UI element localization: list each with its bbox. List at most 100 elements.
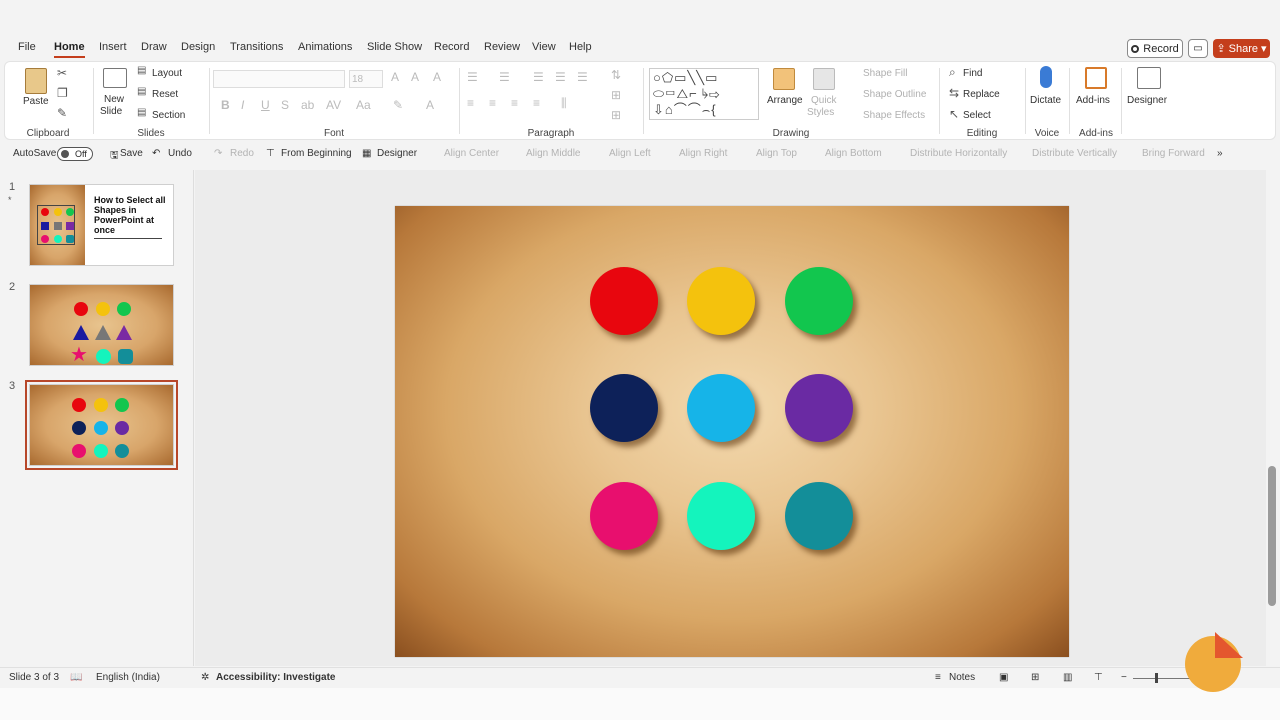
layout-button[interactable]: Layout	[152, 68, 182, 79]
increase-indent-icon[interactable]: ☰	[555, 70, 566, 84]
align-bottom-button[interactable]: Align Bottom	[825, 148, 882, 159]
tab-view[interactable]: View	[532, 41, 556, 53]
tab-file[interactable]: File	[18, 41, 36, 53]
italic-icon[interactable]: I	[241, 98, 244, 112]
slide-thumbnail-3[interactable]	[25, 380, 178, 470]
dictate-button[interactable]: Dictate	[1030, 95, 1061, 106]
tab-review[interactable]: Review	[484, 41, 520, 53]
select-button[interactable]: Select	[963, 110, 991, 121]
decrease-font-icon[interactable]: A	[411, 70, 419, 84]
more-icon[interactable]: »	[1217, 148, 1223, 159]
font-size-input[interactable]: 18	[349, 70, 383, 88]
zoom-out-icon[interactable]: −	[1121, 672, 1127, 683]
tab-draw[interactable]: Draw	[141, 41, 167, 53]
comments-button[interactable]: ▭	[1188, 39, 1208, 58]
bold-icon[interactable]: B	[221, 98, 230, 112]
addins-icon[interactable]	[1085, 67, 1107, 89]
navy-circle[interactable]	[590, 374, 658, 442]
tab-home[interactable]: Home	[54, 41, 85, 58]
purple-circle[interactable]	[785, 374, 853, 442]
shapes-gallery[interactable]: ○⬠▭╲╲▭ ⬭▭△⌐↳⇨ ⇩⌂⌒⌒⌢{	[649, 68, 759, 120]
numbering-icon[interactable]: ☰	[499, 70, 510, 84]
tab-help[interactable]: Help	[569, 41, 592, 53]
red-circle[interactable]	[590, 267, 658, 335]
teal-circle[interactable]	[785, 482, 853, 550]
align-right-icon[interactable]: ≡	[511, 96, 518, 110]
addins-button[interactable]: Add-ins	[1076, 95, 1110, 106]
format-painter-icon[interactable]: ✎	[57, 106, 67, 120]
align-center-icon[interactable]: ≡	[489, 96, 496, 110]
align-text-icon[interactable]: ⊞	[611, 88, 621, 102]
justify-icon[interactable]: ≡	[533, 96, 540, 110]
clear-format-icon[interactable]: A	[433, 70, 441, 84]
designer-button[interactable]: Designer	[1127, 95, 1167, 106]
microphone-icon[interactable]	[1040, 66, 1052, 88]
reset-button[interactable]: Reset	[152, 89, 178, 100]
shape-fill-button[interactable]: Shape Fill	[863, 68, 907, 79]
shadow-icon[interactable]: S	[281, 98, 289, 112]
columns-icon[interactable]: ⫼	[561, 96, 567, 111]
zoom-slider[interactable]	[1133, 678, 1193, 679]
increase-font-icon[interactable]: A	[391, 70, 399, 84]
spellcheck-icon[interactable]: 📖	[70, 672, 82, 683]
tab-record[interactable]: Record	[434, 41, 469, 53]
cut-icon[interactable]: ✂	[57, 66, 67, 80]
vertical-scrollbar[interactable]	[1266, 170, 1278, 666]
accessibility-status[interactable]: Accessibility: Investigate	[216, 672, 336, 683]
language-indicator[interactable]: English (India)	[96, 672, 160, 683]
sky-blue-circle[interactable]	[687, 374, 755, 442]
save-button[interactable]: Save	[120, 148, 143, 159]
designer-icon[interactable]	[1137, 67, 1161, 89]
align-middle-button[interactable]: Align Middle	[526, 148, 580, 159]
section-button[interactable]: Section	[152, 110, 185, 121]
distribute-vertically-button[interactable]: Distribute Vertically	[1032, 148, 1117, 159]
tab-slide-show[interactable]: Slide Show	[367, 41, 422, 53]
tab-transitions[interactable]: Transitions	[230, 41, 283, 53]
new-slide-icon[interactable]	[103, 68, 127, 88]
tab-insert[interactable]: Insert	[99, 41, 127, 53]
redo-button[interactable]: Redo	[230, 148, 254, 159]
bullets-icon[interactable]: ☰	[467, 70, 478, 84]
zoom-slider-handle[interactable]	[1155, 673, 1158, 683]
align-left-icon[interactable]: ≡	[467, 96, 474, 110]
underline-icon[interactable]: U	[261, 98, 270, 112]
font-color-icon[interactable]: A	[426, 98, 434, 112]
tab-animations[interactable]: Animations	[298, 41, 352, 53]
slide-3[interactable]	[395, 206, 1069, 657]
pink-circle[interactable]	[590, 482, 658, 550]
aqua-circle[interactable]	[687, 482, 755, 550]
designer-qat-button[interactable]: Designer	[377, 148, 417, 159]
shape-outline-button[interactable]: Shape Outline	[863, 89, 926, 100]
new-slide-button[interactable]: New	[104, 94, 124, 105]
quick-styles-button[interactable]: Quick	[811, 95, 837, 106]
normal-view-icon[interactable]: ▣	[999, 672, 1008, 683]
align-right-button[interactable]: Align Right	[679, 148, 727, 159]
change-case-icon[interactable]: Aa	[356, 98, 371, 112]
decrease-indent-icon[interactable]: ☰	[533, 70, 544, 84]
slide-sorter-icon[interactable]: ⊞	[1031, 672, 1039, 683]
smartart-icon[interactable]: ⊞	[611, 108, 621, 122]
font-name-input[interactable]	[213, 70, 345, 88]
arrange-icon[interactable]	[773, 68, 795, 90]
from-beginning-button[interactable]: From Beginning	[281, 148, 352, 159]
distribute-horizontally-button[interactable]: Distribute Horizontally	[910, 148, 1007, 159]
yellow-circle[interactable]	[687, 267, 755, 335]
strikethrough-icon[interactable]: ab	[301, 98, 314, 112]
align-top-button[interactable]: Align Top	[756, 148, 797, 159]
find-button[interactable]: Find	[963, 68, 982, 79]
text-direction-icon[interactable]: ⇅	[611, 68, 621, 82]
paste-icon[interactable]	[25, 68, 47, 94]
record-button[interactable]: Record	[1127, 39, 1183, 58]
notes-button[interactable]: Notes	[949, 672, 975, 683]
arrange-button[interactable]: Arrange	[767, 95, 803, 106]
share-button[interactable]: ⇪ Share ▾	[1213, 39, 1270, 58]
undo-button[interactable]: Undo	[168, 148, 192, 159]
replace-button[interactable]: Replace	[963, 89, 1000, 100]
slide-thumbnail-2[interactable]: ★	[29, 284, 174, 366]
copy-icon[interactable]: ❐	[57, 86, 68, 100]
green-circle[interactable]	[785, 267, 853, 335]
quick-styles-icon[interactable]	[813, 68, 835, 90]
align-left-button[interactable]: Align Left	[609, 148, 651, 159]
spacing-icon[interactable]: AV	[326, 98, 341, 112]
slideshow-icon[interactable]: ⊤	[1094, 672, 1103, 683]
